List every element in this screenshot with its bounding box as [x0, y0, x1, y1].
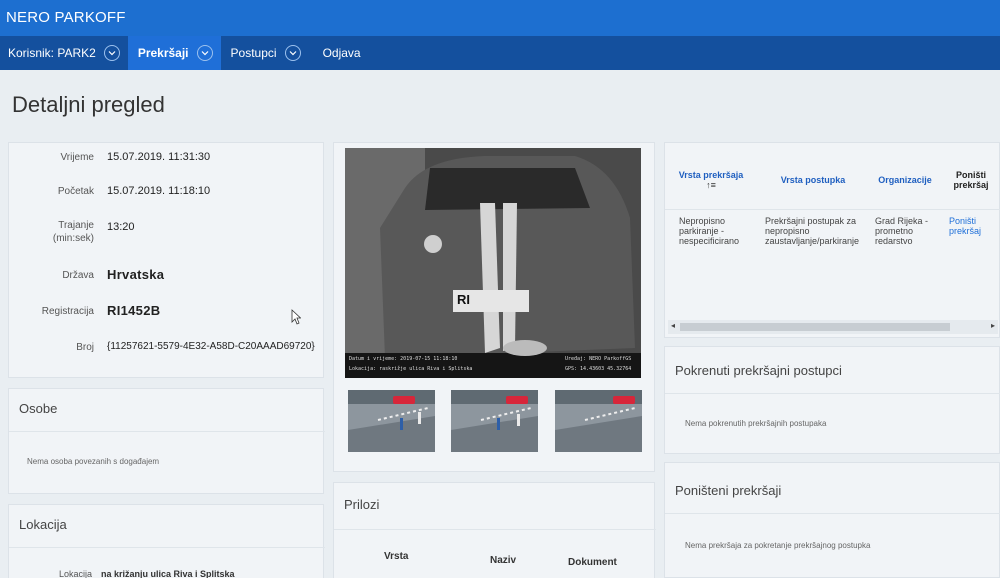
col-cancel-violation: Poništi prekršaj [953, 169, 989, 190]
attachments-col-doc: Dokument [568, 557, 617, 568]
location-value: na križanju ulica Riva i Splitska [101, 569, 235, 578]
thumbnail-2[interactable] [451, 390, 538, 452]
page-title: Detaljni pregled [12, 92, 165, 117]
nav-procedures-menu[interactable]: Postupci [221, 36, 309, 70]
violations-table-card: Vrsta prekršaja ↑≡ Vrsta postupka Organi… [664, 142, 1000, 338]
divider [665, 513, 1000, 514]
col-organizations[interactable]: Organizacije [869, 151, 941, 209]
nav-logout-link[interactable]: Odjava [309, 36, 369, 70]
license-plate-text: RI [457, 292, 470, 307]
started-procedures-card: Pokrenuti prekršajni postupci Nema pokre… [664, 346, 1000, 454]
thumbnail-1[interactable] [348, 390, 435, 452]
row-violation-type: Nepropisno parkiranje - nespecificirano [679, 215, 740, 246]
photo-caption-datetime: Datum i vrijeme: 2019-07-15 11:18:10 [349, 356, 458, 362]
col-violation-type[interactable]: Vrsta prekršaja ↑≡ [665, 151, 757, 209]
divider [9, 547, 325, 548]
divider [9, 431, 325, 432]
main-navbar: Korisnik: PARK2 Prekršaji Postupci Odjav… [0, 36, 1000, 70]
sort-icon[interactable]: ↑≡ [706, 180, 716, 190]
number-label: Broj [76, 342, 94, 353]
nav-user-menu[interactable]: Korisnik: PARK2 [0, 36, 128, 70]
car-photo-drawing [345, 148, 641, 378]
country-value: Hrvatska [107, 267, 165, 282]
country-label: Država [62, 270, 94, 281]
divider [334, 529, 656, 530]
location-title: Lokacija [19, 517, 67, 532]
nav-violations-menu[interactable]: Prekršaji [127, 36, 221, 70]
cancelled-violations-empty: Nema prekršaja za pokretanje prekršajnog… [685, 541, 871, 550]
nav-user-label: Korisnik: PARK2 [8, 46, 96, 60]
details-card: Vrijeme 15.07.2019. 11:31:30 Početak 15.… [8, 142, 324, 378]
horizontal-scrollbar[interactable]: ◂ ▸ [668, 320, 998, 334]
street-scene-drawing [555, 390, 642, 452]
chevron-down-icon[interactable] [284, 45, 301, 61]
started-procedures-title: Pokrenuti prekršajni postupci [675, 363, 842, 378]
cancel-violation-link[interactable]: Poništi prekršaj [941, 209, 1000, 271]
cancelled-violations-card: Poništeni prekršaji Nema prekršaja za po… [664, 462, 1000, 578]
divider [665, 393, 1000, 394]
violations-table: Vrsta prekršaja ↑≡ Vrsta postupka Organi… [665, 151, 1000, 271]
photo-caption-location: Lokacija: raskrižje ulica Riva i Splitsk… [349, 366, 473, 372]
attachments-col-type: Vrsta [384, 551, 409, 562]
row-procedure-type: Prekršajni postupak za nepropisno zausta… [765, 215, 860, 246]
photo-caption-device: Uređaj: NERO ParkoffGS [565, 356, 632, 362]
scrollbar-thumb[interactable] [680, 323, 950, 331]
app-title: NERO PARKOFF [6, 9, 126, 26]
mouse-cursor-icon [291, 309, 302, 330]
chevron-down-icon[interactable] [103, 45, 120, 61]
attachments-title: Prilozi [344, 497, 380, 512]
location-card: Lokacija Lokacija na križanju ulica Riva… [8, 504, 325, 578]
col-violation-type-label: Vrsta prekršaja [678, 169, 744, 180]
started-procedures-empty: Nema pokrenutih prekršajnih postupaka [685, 419, 827, 428]
persons-card: Osobe Nema osoba povezanih s događajem [8, 388, 325, 494]
thumbnail-3[interactable] [555, 390, 642, 452]
number-value: {11257621-5579-4E32-A58D-C20AAAD69720} [107, 341, 315, 352]
street-scene-drawing [451, 390, 538, 452]
street-scene-drawing [348, 390, 435, 452]
row-organization: Grad Rijeka - prometno redarstvo [875, 215, 929, 246]
duration-label: Trajanje (min:sek) [52, 220, 94, 244]
duration-value: 13:20 [107, 221, 135, 233]
chevron-down-icon[interactable] [196, 45, 213, 61]
time-value: 15.07.2019. 11:31:30 [107, 151, 211, 163]
nav-logout-label: Odjava [322, 46, 361, 60]
persons-empty-text: Nema osoba povezanih s događajem [27, 457, 160, 466]
plate-label: Registracija [41, 306, 94, 317]
nav-violations-label: Prekršaji [137, 46, 189, 60]
table-row: Nepropisno parkiranje - nespecificirano … [665, 209, 1000, 271]
time-label: Vrijeme [60, 152, 94, 163]
scroll-left-icon[interactable]: ◂ [671, 321, 675, 330]
scroll-right-icon[interactable]: ▸ [991, 321, 995, 330]
photo-caption-gps: GPS: 14.43603 45.32764 [565, 366, 632, 372]
nav-procedures-label: Postupci [230, 46, 277, 60]
app-title-bar: NERO PARKOFF [0, 0, 1000, 36]
attachments-card: Prilozi Vrsta Naziv Dokument [333, 482, 656, 578]
col-procedure-type[interactable]: Vrsta postupka [757, 151, 869, 209]
start-label: Početak [57, 186, 94, 197]
violation-main-photo[interactable]: RI Datum i vrijeme: 2019-07-15 11:18:10 … [345, 148, 641, 378]
plate-value: RI1452B [107, 303, 161, 318]
attachments-col-name: Naziv [490, 555, 517, 566]
cancelled-violations-title: Poništeni prekršaji [675, 483, 782, 498]
location-label: Lokacija [59, 569, 93, 578]
persons-title: Osobe [19, 401, 58, 416]
start-value: 15.07.2019. 11:18:10 [107, 185, 211, 197]
